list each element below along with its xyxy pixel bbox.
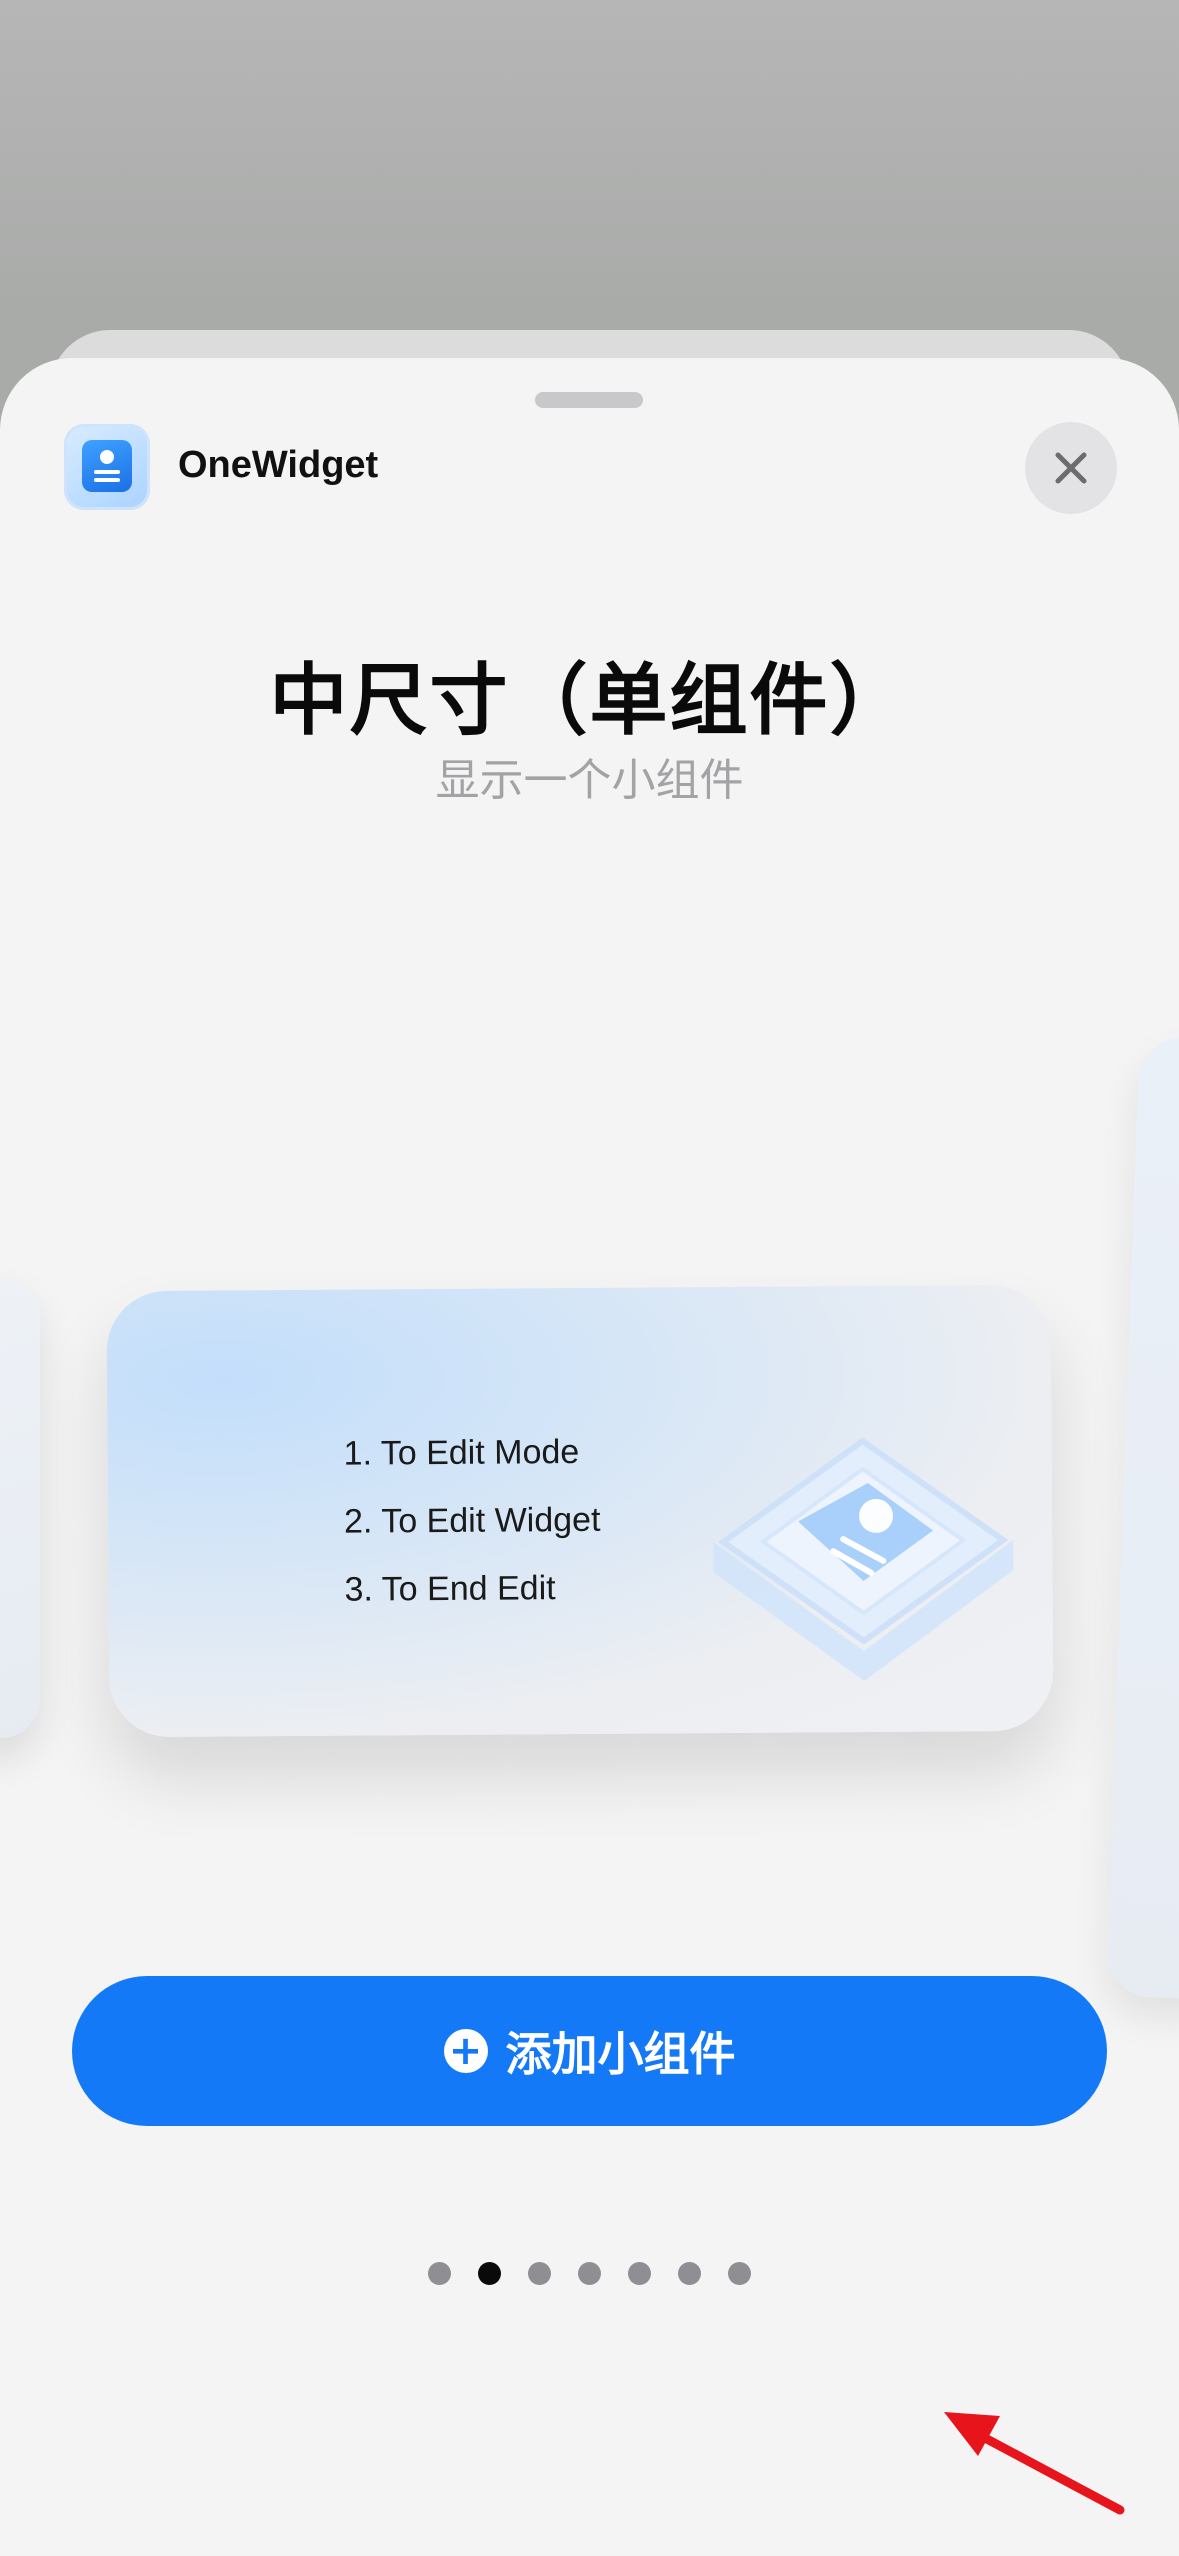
plus-circle-icon: + xyxy=(443,2029,488,2073)
close-icon xyxy=(1055,452,1087,484)
onewidget-app-icon xyxy=(64,424,150,510)
close-button[interactable] xyxy=(1025,422,1117,514)
widget-step: 1. To Edit Mode xyxy=(343,1433,580,1473)
page-dot[interactable] xyxy=(578,2262,601,2285)
page-dot[interactable] xyxy=(728,2262,751,2285)
page-indicator[interactable] xyxy=(0,2262,1179,2285)
page-dot[interactable] xyxy=(678,2262,701,2285)
widget-size-title: 中尺寸（单组件） xyxy=(269,656,910,746)
previous-widget-preview[interactable] xyxy=(0,1278,40,1738)
widget-step: 2. To Edit Widget xyxy=(343,1500,601,1541)
page-dot[interactable] xyxy=(628,2262,651,2285)
add-widget-button[interactable]: + 添加小组件 xyxy=(72,1976,1107,2126)
widget-step: 3. To End Edit xyxy=(344,1569,556,1609)
next-widget-preview[interactable] xyxy=(1106,1036,1179,2000)
app-name: OneWidget xyxy=(178,444,379,486)
widget-gallery-sheet: OneWidget 中尺寸（单组件） 显示一个小组件 1. To Edit Mo… xyxy=(0,358,1179,2556)
page-dot-active[interactable] xyxy=(478,2262,501,2285)
sheet-grabber[interactable] xyxy=(535,392,643,408)
widget-steps-list: 1. To Edit Mode 2. To Edit Widget 3. To … xyxy=(343,1418,601,1624)
add-widget-label: 添加小组件 xyxy=(505,2027,736,2081)
page-dot[interactable] xyxy=(528,2262,551,2285)
annotation-arrow-icon xyxy=(944,2412,1125,2515)
widget-preview-card[interactable]: 1. To Edit Mode 2. To Edit Widget 3. To … xyxy=(106,1284,1054,1738)
widget-illustration-icon xyxy=(713,1437,1014,1682)
page-dot[interactable] xyxy=(428,2262,451,2285)
widget-size-subtitle: 显示一个小组件 xyxy=(435,755,744,806)
